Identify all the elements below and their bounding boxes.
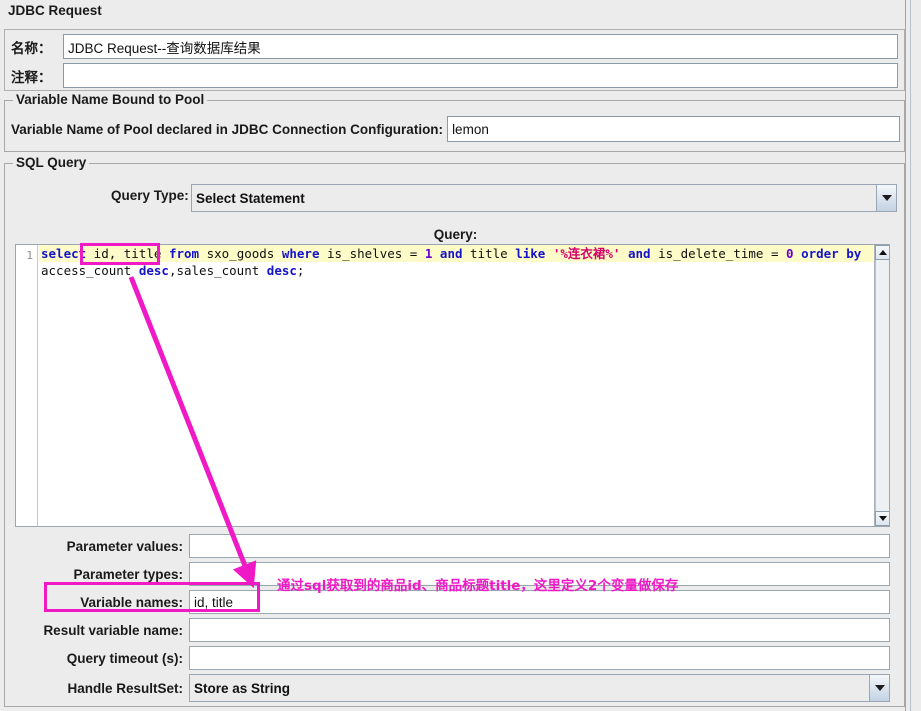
name-row: 名称： JDBC Request--查询数据库结果 [5, 32, 904, 61]
pool-label: Variable Name of Pool declared in JDBC C… [11, 122, 443, 137]
form-row-parameter-values: Parameter values: [15, 533, 890, 559]
parameter-values-input[interactable] [189, 534, 890, 558]
sql-token: from [169, 246, 199, 261]
annotation-note-text: 通过sql获取到的商品id、商品标题title，这里定义2个变量做保存 [277, 574, 678, 594]
page-title: JDBC Request [8, 3, 102, 18]
sql-token: 0 [786, 246, 794, 261]
query-caption: Query: [5, 227, 906, 242]
form-row-query-timeout: Query timeout (s): [15, 645, 890, 671]
sql-token: and [628, 246, 651, 261]
result-variable-name-input[interactable] [189, 618, 890, 642]
handle-resultset-value: Store as String [190, 681, 869, 696]
result-variable-name-label: Result variable name: [15, 623, 189, 638]
sql-token: is_shelves = [320, 246, 425, 261]
query-type-dropdown[interactable]: Select Statement [191, 184, 897, 212]
pool-row: Variable Name of Pool declared in JDBC C… [11, 116, 900, 142]
sql-token: select [41, 246, 86, 261]
variable-name-bound-to-pool-group: Variable Name Bound to Pool Variable Nam… [4, 100, 905, 152]
handle-resultset-label: Handle ResultSet: [15, 681, 189, 696]
sql-code-line-2: access_count desc,sales_count desc; [39, 262, 873, 279]
query-timeout-label: Query timeout (s): [15, 651, 189, 666]
query-type-label: Query Type: [111, 188, 189, 203]
sql-token: ; [297, 263, 305, 278]
form-row-result-variable-name: Result variable name: [15, 617, 890, 643]
editor-gutter: 1 [16, 245, 38, 526]
parameter-types-label: Parameter types: [15, 567, 189, 582]
sql-query-editor[interactable]: 1 select id, title from sxo_goods where … [15, 244, 890, 527]
sql-token: access_count [41, 263, 139, 278]
sql-token: like [515, 246, 545, 261]
sql-token: ,sales_count [169, 263, 267, 278]
sql-token [794, 246, 802, 261]
chevron-down-icon[interactable] [876, 185, 896, 211]
scroll-down-button[interactable] [875, 511, 890, 526]
pool-name-input[interactable]: lemon [447, 116, 900, 142]
sql-token: by [846, 246, 861, 261]
sql-code-line-1: select id, title from sxo_goods where is… [39, 245, 873, 262]
handle-resultset-dropdown[interactable]: Store as String [189, 674, 890, 702]
name-comment-group: 名称： JDBC Request--查询数据库结果 注释： [4, 29, 905, 91]
sql-token: sxo_goods [199, 246, 282, 261]
sql-token: desc [139, 263, 169, 278]
sql-token: '%连衣裙%' [553, 246, 621, 261]
sql-query-group: SQL Query Query Type: Select Statement Q… [4, 163, 905, 707]
variable-names-label: Variable names: [15, 595, 189, 610]
comment-row: 注释： [5, 61, 904, 90]
chevron-down-icon[interactable] [869, 675, 889, 701]
pool-group-legend: Variable Name Bound to Pool [13, 92, 207, 107]
sql-code-area[interactable]: select id, title from sxo_goods where is… [39, 245, 873, 526]
sql-token: is_delete_time = [651, 246, 786, 261]
sql-token [432, 246, 440, 261]
sql-token: desc [267, 263, 297, 278]
query-type-value: Select Statement [192, 191, 876, 206]
sql-group-legend: SQL Query [13, 155, 89, 170]
sql-token: and [440, 246, 463, 261]
query-timeout-input[interactable] [189, 646, 890, 670]
sql-token: where [282, 246, 320, 261]
window-right-edge [905, 0, 921, 711]
scroll-up-button[interactable] [875, 245, 890, 260]
sql-token: id, title [86, 246, 169, 261]
name-label: 名称： [5, 37, 63, 57]
editor-vertical-scrollbar[interactable] [874, 245, 889, 526]
name-input[interactable]: JDBC Request--查询数据库结果 [63, 34, 898, 59]
comment-label: 注释： [5, 66, 63, 86]
line-number: 1 [16, 247, 37, 264]
sql-token [620, 246, 628, 261]
comment-input[interactable] [63, 63, 898, 88]
form-row-handle-resultset: Handle ResultSet: Store as String [15, 673, 890, 703]
sql-token: title [463, 246, 516, 261]
sql-token [545, 246, 553, 261]
sql-token: order [801, 246, 839, 261]
jdbc-request-panel: JDBC Request 名称： JDBC Request--查询数据库结果 注… [0, 0, 921, 711]
parameter-values-label: Parameter values: [15, 539, 189, 554]
scroll-track[interactable] [875, 260, 890, 511]
